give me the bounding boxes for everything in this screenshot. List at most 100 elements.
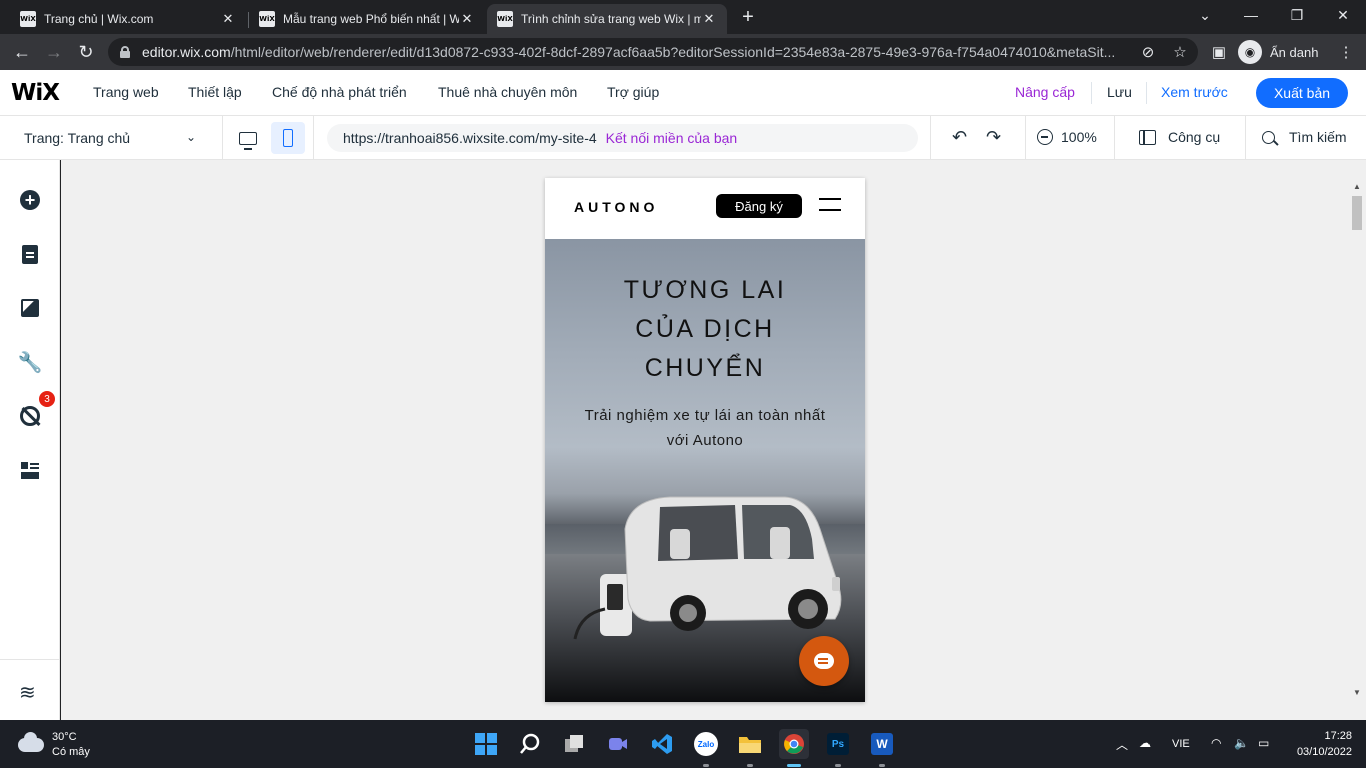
divider (1025, 116, 1026, 160)
business-dashboard-button[interactable] (19, 459, 41, 481)
forward-arrow-icon[interactable]: → (42, 40, 66, 64)
incognito-icon: ◉ (1238, 40, 1262, 64)
layers-icon[interactable]: ≋ (19, 680, 36, 704)
mobile-view-button[interactable] (271, 122, 305, 154)
tools-button[interactable]: Công cụ (1139, 129, 1220, 145)
side-panel-icon[interactable]: ▣ (1209, 42, 1229, 62)
site-url-bar[interactable]: https://tranhoai856.wixsite.com/my-site-… (327, 124, 918, 152)
tracking-blocked-eye-icon[interactable]: ⊘ (1138, 42, 1158, 62)
weather-widget[interactable]: 30°C Có mây (18, 730, 90, 760)
hidden-elements-button[interactable] (19, 405, 41, 427)
close-tab-icon[interactable]: ✕ (459, 11, 475, 27)
onedrive-cloud-icon[interactable]: ☁ (1139, 736, 1151, 750)
teams-meet-button[interactable] (603, 729, 633, 759)
menu-settings[interactable]: Thiết lập (188, 84, 242, 100)
redo-icon[interactable]: ↷ (986, 127, 1001, 148)
show-hidden-icons-chevron-icon[interactable]: ︿ (1116, 736, 1128, 753)
hero-title-line: TƯƠNG LAI (623, 276, 787, 304)
hero-title[interactable]: TƯƠNG LAI CỦA DỊCH CHUYỂN (545, 271, 865, 388)
divider (1114, 116, 1115, 160)
vscode-button[interactable] (647, 729, 677, 759)
hero-subtitle-line: Trải nghiệm xe tự lái an toàn nhất (584, 407, 826, 424)
active-indicator (787, 764, 801, 767)
preview-button[interactable]: Xem trước (1161, 84, 1228, 100)
close-tab-icon[interactable]: ✕ (220, 11, 236, 27)
menu-help[interactable]: Trợ giúp (607, 84, 659, 100)
pages-button[interactable] (19, 243, 41, 265)
tools-label: Công cụ (1168, 129, 1221, 145)
site-header[interactable]: AUTONO Đăng ký (545, 178, 865, 239)
close-window-icon[interactable]: ✕ (1320, 0, 1366, 30)
canvas-scrollbar[interactable]: ▲ ▼ (1350, 160, 1366, 720)
bookmark-star-icon[interactable]: ☆ (1170, 42, 1190, 62)
scrollbar-thumb[interactable] (1352, 196, 1362, 230)
wix-logo[interactable]: WiX (11, 80, 60, 106)
scroll-down-icon[interactable]: ▼ (1353, 688, 1361, 697)
lock-icon (120, 46, 130, 58)
file-explorer-button[interactable] (735, 729, 765, 759)
tab-wix-editor[interactable]: WiX Trình chỉnh sửa trang web Wix | my ✕ (487, 4, 727, 34)
connect-domain-link[interactable]: Kết nối miền của bạn (606, 130, 738, 146)
word-icon: W (871, 733, 893, 755)
upgrade-link[interactable]: Nâng cấp (1015, 84, 1075, 100)
browser-menu-icon[interactable]: ⋮ (1336, 42, 1356, 62)
reload-icon[interactable]: ↻ (74, 40, 98, 64)
chat-button[interactable] (799, 636, 849, 686)
publish-button[interactable]: Xuất bản (1256, 78, 1348, 108)
system-clock[interactable]: 17:28 03/10/2022 (1288, 728, 1352, 760)
close-tab-icon[interactable]: ✕ (701, 11, 717, 27)
hamburger-menu-icon[interactable] (819, 198, 841, 213)
hero-section[interactable]: TƯƠNG LAI CỦA DỊCH CHUYỂN Trải nghiệm xe… (545, 239, 865, 702)
running-indicator (703, 764, 709, 767)
minimize-icon[interactable]: — (1228, 0, 1274, 30)
save-button[interactable]: Lưu (1107, 84, 1132, 100)
autonomous-car-image (573, 496, 842, 640)
incognito-profile[interactable]: ◉ Ẩn danh (1238, 38, 1318, 66)
add-elements-button[interactable]: + (19, 189, 41, 211)
tab-search-chevron-icon[interactable]: ⌄ (1182, 0, 1228, 30)
wrench-icon: 🔧 (17, 350, 43, 374)
word-button[interactable]: W (867, 729, 897, 759)
new-tab-icon[interactable]: + (737, 6, 759, 28)
taskbar-search-button[interactable] (515, 729, 545, 759)
eye-off-icon (20, 406, 40, 426)
chevron-down-icon[interactable]: ⌄ (186, 130, 196, 144)
menu-site[interactable]: Trang web (93, 84, 159, 100)
zoom-out-icon[interactable] (1037, 129, 1053, 145)
restore-icon[interactable]: ❐ (1274, 0, 1320, 30)
menu-dev-mode[interactable]: Chế độ nhà phát triển (272, 84, 407, 100)
tools-panel-icon (1139, 129, 1156, 145)
desktop-view-button[interactable] (231, 122, 265, 154)
start-button[interactable] (471, 729, 501, 759)
tab-wix-home[interactable]: WiX Trang chủ | Wix.com ✕ (10, 4, 246, 34)
site-design-button[interactable] (19, 297, 41, 319)
incognito-label: Ẩn danh (1270, 44, 1319, 60)
photoshop-button[interactable]: Ps (823, 729, 853, 759)
search-button[interactable]: Tìm kiếm (1262, 129, 1347, 145)
address-bar[interactable]: editor.wix.com /html/editor/web/renderer… (108, 38, 1198, 66)
site-logo[interactable]: AUTONO (574, 199, 658, 215)
wifi-icon[interactable]: ◠ (1211, 736, 1221, 750)
search-icon (520, 733, 540, 754)
mobile-site-preview[interactable]: AUTONO Đăng ký TƯƠNG LAI CỦA DỊCH CHUYỂN… (545, 178, 865, 702)
tab-title: Trang chủ | Wix.com (44, 12, 154, 26)
app-market-button[interactable]: 🔧 (17, 350, 43, 374)
battery-icon[interactable]: ▭ (1258, 736, 1269, 750)
video-call-icon (609, 738, 627, 750)
scroll-up-icon[interactable]: ▲ (1353, 182, 1361, 191)
zalo-icon: Zalo (694, 732, 718, 756)
menu-hire-professional[interactable]: Thuê nhà chuyên môn (438, 84, 577, 100)
input-language[interactable]: VIE (1172, 738, 1190, 750)
undo-icon[interactable]: ↶ (952, 127, 967, 148)
tab-wix-templates[interactable]: WiX Mẫu trang web Phổ biến nhất | Wix ✕ (249, 4, 485, 34)
back-arrow-icon[interactable]: ← (10, 40, 34, 64)
zalo-button[interactable]: Zalo (691, 729, 721, 759)
signup-button[interactable]: Đăng ký (716, 194, 802, 218)
task-view-button[interactable] (559, 729, 589, 759)
zoom-control[interactable]: 100% (1037, 129, 1097, 145)
page-selector[interactable]: Trang: Trang chủ (24, 130, 130, 146)
hero-subtitle[interactable]: Trải nghiệm xe tự lái an toàn nhất với A… (565, 403, 845, 453)
volume-icon[interactable]: 🔈 (1234, 736, 1249, 750)
chrome-button[interactable] (779, 729, 809, 759)
divider (0, 659, 60, 660)
